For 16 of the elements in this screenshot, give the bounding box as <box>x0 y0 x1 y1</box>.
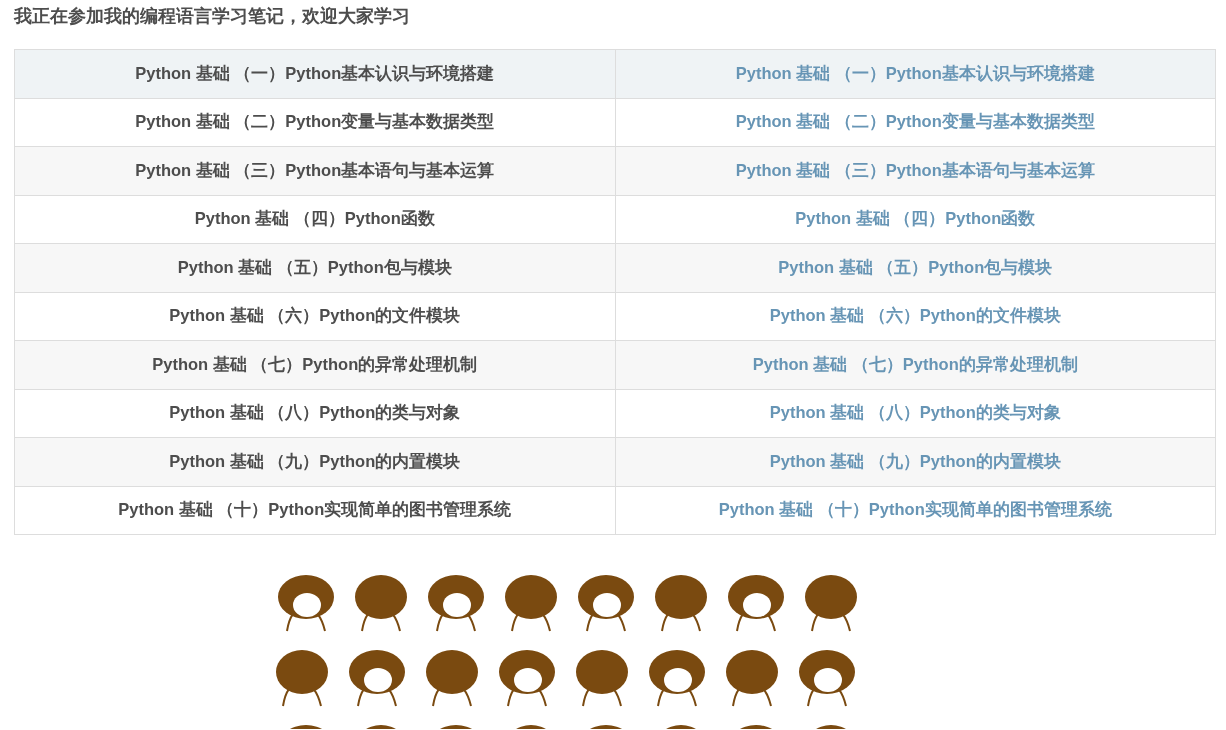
table-cell: Python 基础 （三）Python基本语句与基本运算 <box>14 146 615 195</box>
table-cell: Python 基础 （十）Python实现简单的图书管理系统 <box>14 486 615 535</box>
table-cell: Python 基础 （四）Python函数 <box>14 195 615 244</box>
heading: 我正在参加我的编程语言学习笔记，欢迎大家学习 <box>14 5 410 28</box>
table-cell: Python 基础 （二）Python变量与基本数据类型 <box>14 98 615 147</box>
article-link[interactable]: Python 基础 （九）Python的内置模块 <box>769 451 1061 470</box>
table-cell: Python 基础 （五）Python包与模块 <box>14 243 615 292</box>
article-link[interactable]: Python 基础 （六）Python的文件模块 <box>769 306 1061 325</box>
table-cell: Python 基础 （七）Python的异常处理机制 <box>14 340 615 389</box>
table-cell: Python 基础 （一）Python基本认识与环境搭建 <box>14 49 615 98</box>
table-cell: Python 基础 （六）Python的文件模块 <box>14 292 615 341</box>
article-link[interactable]: Python 基础 （八）Python的类与对象 <box>769 403 1061 422</box>
article-link[interactable]: Python 基础 （四）Python函数 <box>795 209 1036 228</box>
table-cell: Python 基础 （八）Python的类与对象 <box>14 389 615 438</box>
table-cell: Python 基础 （九）Python的内置模块 <box>14 437 615 486</box>
article-link[interactable]: Python 基础 （五）Python包与模块 <box>778 257 1053 276</box>
